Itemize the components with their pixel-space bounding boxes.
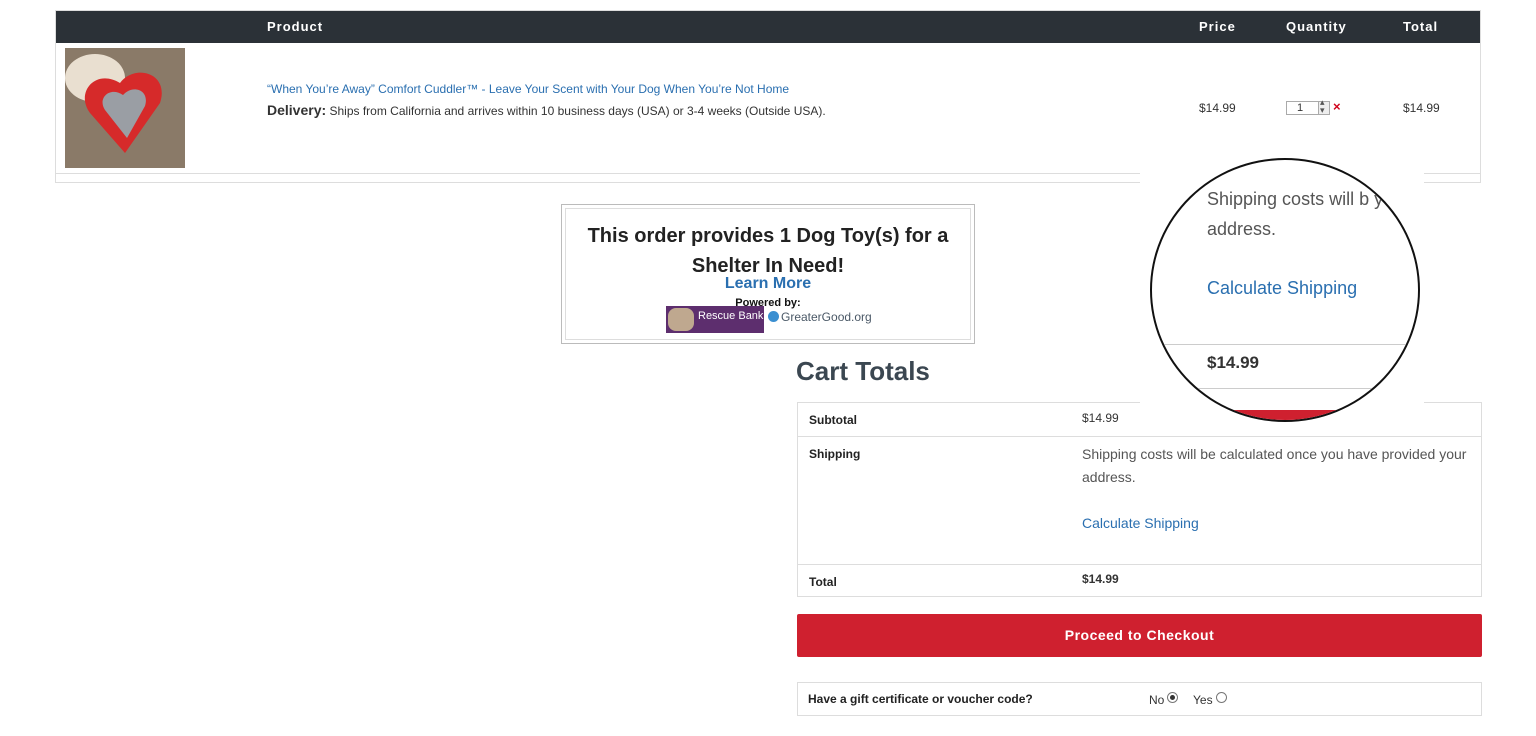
learn-more-link[interactable]: Learn More — [566, 275, 970, 293]
remove-item-icon[interactable]: × — [1333, 99, 1341, 114]
quantity-stepper[interactable]: 1 — [1286, 97, 1330, 116]
delivery-text: Ships from California and arrives within… — [329, 104, 826, 118]
cart-table-header: Product Price Quantity Total — [56, 11, 1480, 43]
globe-icon — [768, 311, 779, 322]
gift-question: Have a gift certificate or voucher code? — [808, 692, 1033, 706]
magnified-shipping-text: Shipping costs will b your address. — [1207, 189, 1410, 239]
divider — [798, 564, 1481, 565]
shipping-label: Shipping — [809, 447, 861, 461]
subtotal-label: Subtotal — [809, 413, 857, 427]
total-label: Total — [809, 575, 837, 589]
cart-table: Product Price Quantity Total “When You’r… — [55, 10, 1481, 183]
radio-selected-icon[interactable] — [1167, 692, 1179, 703]
dog-icon — [668, 308, 694, 331]
header-product: Product — [267, 19, 324, 34]
shelter-title: This order provides 1 Dog Toy(s) for a S… — [587, 225, 949, 277]
radio-unselected-icon[interactable] — [1215, 692, 1227, 703]
greatergood-logo[interactable]: GreaterGood.org — [768, 310, 872, 324]
product-link[interactable]: “When You’re Away” Comfort Cuddler™ - Le… — [267, 82, 789, 96]
calculate-shipping-link[interactable]: Calculate Shipping — [1082, 515, 1199, 531]
divider — [798, 436, 1481, 437]
subtotal-value: $14.99 — [1082, 411, 1119, 425]
magnified-calculate-shipping: Calculate Shipping — [1207, 278, 1358, 298]
gift-option-yes[interactable]: Yes — [1193, 692, 1227, 707]
shipping-text: Shipping costs will be calculated once y… — [1082, 446, 1467, 485]
gift-certificate-row: Have a gift certificate or voucher code?… — [797, 682, 1482, 716]
item-total: $14.99 — [1403, 101, 1440, 115]
header-total: Total — [1403, 19, 1439, 34]
total-value: $14.99 — [1082, 572, 1119, 586]
magnifier-lens: Shipping costs will b your address. Calc… — [1150, 158, 1420, 422]
powered-by-label: Powered by: — [735, 297, 801, 309]
header-quantity: Quantity — [1286, 19, 1347, 34]
quantity-value[interactable]: 1 — [1297, 102, 1303, 114]
item-price: $14.99 — [1199, 101, 1236, 115]
spinner-arrows-icon[interactable] — [1318, 97, 1329, 116]
product-image[interactable] — [65, 48, 185, 168]
magnified-total: $14.99 — [1207, 353, 1259, 372]
gift-option-no[interactable]: No — [1149, 692, 1179, 707]
cart-totals-heading: Cart Totals — [796, 356, 930, 386]
delivery-label: Delivery: — [267, 102, 327, 118]
proceed-to-checkout-button[interactable]: Proceed to Checkout — [797, 614, 1482, 657]
delivery-info: Delivery: Ships from California and arri… — [267, 102, 826, 118]
shelter-promo: This order provides 1 Dog Toy(s) for a S… — [561, 204, 975, 344]
rescue-bank-logo[interactable]: Rescue Bank — [666, 306, 764, 333]
header-price: Price — [1199, 19, 1236, 34]
cart-totals-table: Subtotal $14.99 Shipping Shipping costs … — [797, 402, 1482, 597]
